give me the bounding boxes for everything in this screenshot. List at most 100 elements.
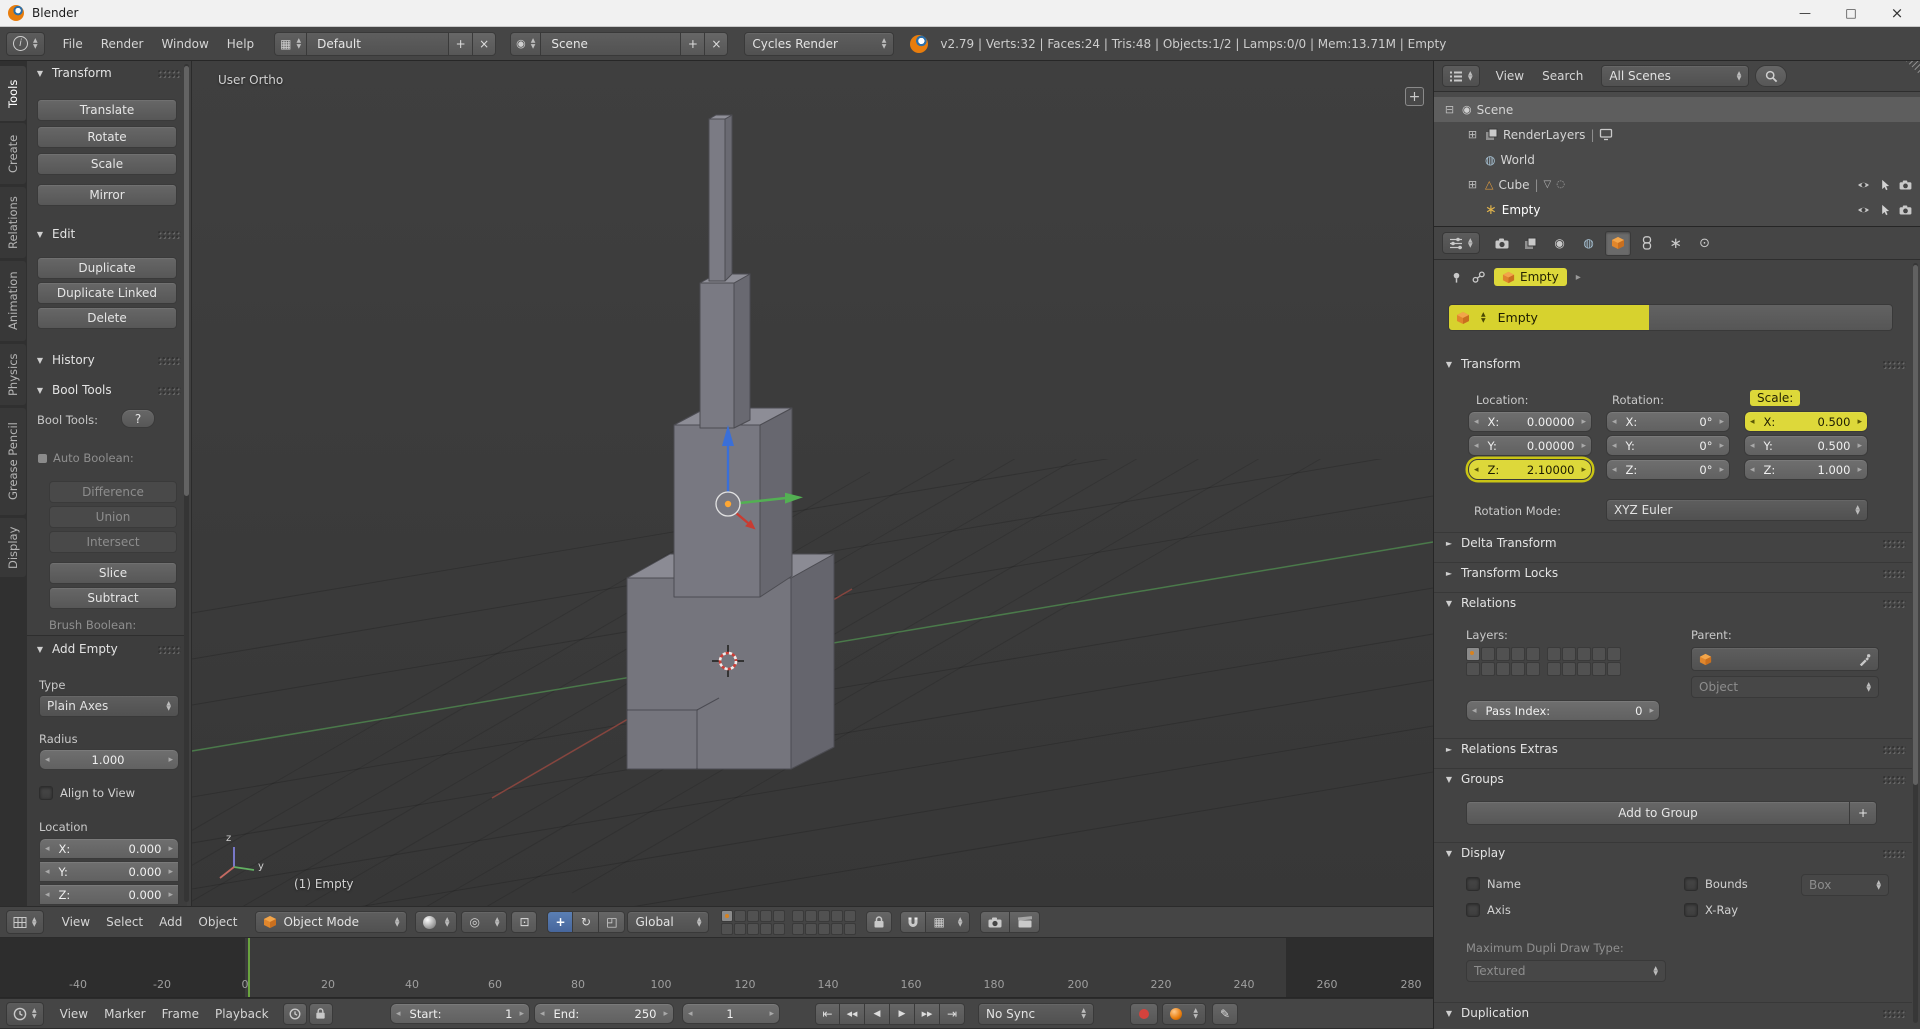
location-y-field[interactable]: Y:0.00000 (1468, 435, 1592, 456)
scale-button[interactable]: Scale (37, 153, 177, 175)
panel-grip-icon[interactable] (1882, 538, 1906, 548)
pass-index-field[interactable]: Pass Index:0 (1466, 700, 1660, 721)
layer-cell[interactable] (1562, 662, 1576, 676)
tab-physics[interactable]: Physics (0, 344, 26, 405)
panel-header-display[interactable]: ▼ Display (1444, 846, 1906, 860)
play-button[interactable]: ▶ (890, 1002, 915, 1025)
bool-union-button[interactable]: Union (49, 506, 177, 528)
layer-cell[interactable] (1466, 662, 1480, 676)
screen-layout-browse-button[interactable]: ▦ (274, 31, 307, 56)
pin-icon[interactable] (1450, 271, 1463, 284)
panel-grip-icon[interactable] (1882, 568, 1906, 578)
editor-type-selector[interactable]: i (6, 31, 45, 56)
layer-cell[interactable] (747, 909, 760, 922)
panel-grip-icon[interactable] (157, 385, 181, 395)
tab-render[interactable] (1489, 231, 1515, 256)
editor-type-selector[interactable] (6, 910, 44, 934)
menu-view[interactable]: View (54, 915, 98, 929)
renderability-camera-icon[interactable] (1899, 179, 1912, 190)
layer-cell[interactable] (773, 922, 786, 935)
close-button[interactable]: × (1874, 0, 1920, 27)
tab-object-data[interactable]: ∗ (1663, 231, 1689, 256)
layer-cell[interactable] (773, 909, 786, 922)
outliner-filter-dropdown[interactable]: All Scenes (1601, 65, 1750, 87)
layer-cell[interactable] (1481, 647, 1495, 661)
panel-header-delta-transform[interactable]: ► Delta Transform (1444, 536, 1906, 550)
mode-dropdown[interactable]: Object Mode (255, 911, 408, 933)
menu-render[interactable]: Render (93, 37, 152, 51)
menu-playback[interactable]: Playback (207, 1007, 277, 1021)
tab-object[interactable] (1604, 230, 1631, 256)
panel-header-add-empty[interactable]: ▼ Add Empty (35, 642, 181, 656)
rotation-z-field[interactable]: Z:0° (1606, 459, 1730, 480)
layer-cell[interactable] (792, 922, 805, 935)
outliner-row-cube[interactable]: ⊞ △ Cube | ▽ ◌ (1434, 172, 1920, 197)
tab-render-layers[interactable] (1518, 231, 1544, 256)
layer-cell[interactable] (747, 922, 760, 935)
mirror-button[interactable]: Mirror (37, 184, 177, 206)
dupli-draw-type-dropdown[interactable]: Textured (1466, 960, 1666, 982)
layer-cell[interactable] (1496, 647, 1510, 661)
panel-grip-icon[interactable] (157, 68, 181, 78)
bounds-type-dropdown[interactable]: Box (1801, 874, 1889, 896)
layer-cell[interactable] (805, 922, 818, 935)
scene-layers-widget[interactable] (1466, 647, 1621, 676)
outliner-row-renderlayers[interactable]: ⊞ RenderLayers | (1434, 122, 1920, 147)
layer-cell[interactable] (734, 909, 747, 922)
maximize-button[interactable]: □ (1828, 0, 1874, 27)
rotation-x-field[interactable]: X:0° (1606, 411, 1730, 432)
outliner-row-scene[interactable]: ⊟ ◉ Scene (1434, 97, 1920, 122)
menu-marker[interactable]: Marker (96, 1007, 153, 1021)
scale-y-field[interactable]: Y:0.500 (1744, 435, 1868, 456)
delete-button[interactable]: Delete (37, 307, 177, 329)
layer-cell[interactable] (1511, 647, 1525, 661)
panel-header-transform[interactable]: ▼ Transform (1444, 357, 1906, 371)
eyedropper-icon[interactable] (1858, 653, 1871, 666)
menu-frame[interactable]: Frame (154, 1007, 207, 1021)
scene-name-field[interactable]: Scene (540, 31, 681, 56)
panel-grip-icon[interactable] (1882, 848, 1906, 858)
layer-cell[interactable] (721, 922, 734, 935)
viewport-shading-dropdown[interactable] (415, 911, 458, 933)
panel-grip-icon[interactable] (1882, 359, 1906, 369)
display-xray-row[interactable]: X-Ray (1684, 903, 1738, 917)
tab-scene[interactable]: ◉ (1547, 231, 1573, 256)
pivot-align-toggle[interactable]: ⊡ (511, 911, 538, 933)
layers-widget[interactable] (721, 909, 857, 935)
layer-cell[interactable] (844, 909, 857, 922)
visibility-eye-icon[interactable] (1857, 205, 1870, 215)
add-scene-button[interactable]: + (680, 31, 705, 56)
panel-header-transform-locks[interactable]: ► Transform Locks (1444, 566, 1906, 580)
lock-time-toggle[interactable] (308, 1002, 333, 1025)
layer-cell[interactable] (1511, 662, 1525, 676)
duplicate-linked-button[interactable]: Duplicate Linked (37, 282, 177, 304)
layer-cell[interactable] (1592, 662, 1606, 676)
open-properties-region-button[interactable]: + (1405, 87, 1424, 106)
add-layout-button[interactable]: + (448, 31, 473, 56)
panel-header-transform[interactable]: ▼ Transform (35, 66, 181, 80)
end-frame-field[interactable]: End:250 (534, 1003, 674, 1024)
panel-grip-icon[interactable] (1882, 774, 1906, 784)
pivot-point-dropdown[interactable]: ◎ (461, 911, 508, 933)
empty-type-dropdown[interactable]: Plain Axes (39, 695, 179, 717)
display-axis-row[interactable]: Axis (1466, 903, 1511, 917)
expand-icon[interactable]: ⊞ (1465, 128, 1480, 141)
next-keyframe-button[interactable]: ▶▶ (915, 1002, 940, 1025)
visibility-eye-icon[interactable] (1857, 180, 1870, 190)
menu-add[interactable]: Add (151, 915, 190, 929)
panel-header-edit[interactable]: ▼ Edit (35, 227, 181, 241)
menu-search[interactable]: Search (1534, 69, 1591, 83)
opengl-render-animation-button[interactable] (1010, 911, 1041, 933)
delete-scene-button[interactable]: × (704, 31, 729, 56)
layer-cell[interactable] (1547, 647, 1561, 661)
layer-cell[interactable] (1526, 662, 1540, 676)
renderability-camera-icon[interactable] (1899, 204, 1912, 215)
layer-cell[interactable] (844, 922, 857, 935)
rotation-y-field[interactable]: Y:0° (1606, 435, 1730, 456)
layer-cell[interactable] (818, 909, 831, 922)
editor-type-selector[interactable] (6, 1001, 44, 1026)
display-bounds-checkbox[interactable] (1684, 877, 1698, 891)
layer-cell[interactable] (818, 922, 831, 935)
location-z-field[interactable]: Z:0.000 (39, 884, 179, 905)
panel-grip-icon[interactable] (1882, 598, 1906, 608)
